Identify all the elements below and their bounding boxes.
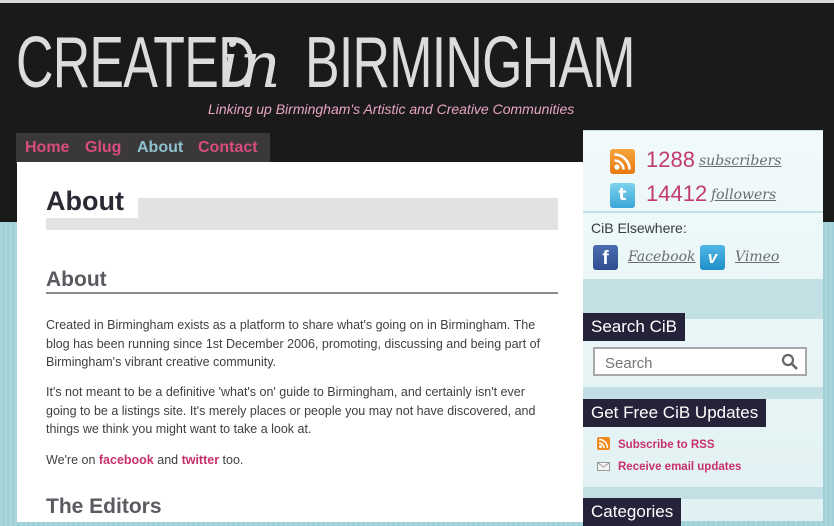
sidebar: 1288 subscribers t 14412 followers CiB E… (583, 130, 823, 526)
search-box (593, 347, 807, 376)
main-nav: Home Glug About Contact (16, 133, 270, 164)
facebook-label[interactable]: Facebook (628, 249, 696, 265)
site-logo[interactable]: CREATEDin BIRMINGHAM (16, 17, 635, 109)
para3-suffix: too. (219, 453, 244, 467)
main-content: About About Created in Birmingham exists… (17, 162, 583, 522)
vimeo-icon: v (700, 245, 725, 270)
search-input[interactable] (603, 352, 777, 374)
twitter-count: 14412 (646, 181, 708, 206)
para3-prefix: We're on (46, 453, 99, 467)
facebook-icon: f (593, 245, 618, 270)
subscribe-rss-link[interactable]: Subscribe to RSS (618, 439, 715, 451)
facebook-link[interactable]: facebook (99, 453, 154, 467)
nav-contact[interactable]: Contact (198, 139, 258, 157)
section-divider (46, 292, 558, 294)
email-icon (597, 462, 610, 471)
twitter-link[interactable]: twitter (182, 453, 220, 467)
vimeo-label[interactable]: Vimeo (735, 249, 779, 265)
logo-word-created: CREATED (16, 23, 256, 103)
about-paragraph-1: Created in Birmingham exists as a platfo… (46, 318, 541, 369)
updates-section-title: Get Free CiB Updates (583, 399, 767, 427)
section-heading-about: About (46, 268, 107, 291)
rss-icon (610, 149, 635, 174)
site-tagline: Linking up Birmingham's Artistic and Cre… (208, 101, 575, 117)
about-paragraph-3: We're on facebook and twitter too. (46, 451, 558, 470)
elsewhere-label: CiB Elsewhere: (591, 220, 687, 236)
rss-small-icon (597, 437, 610, 450)
search-section-title: Search CiB (583, 313, 685, 341)
rss-count: 1288 (646, 147, 695, 172)
twitter-icon: t (610, 183, 635, 208)
email-updates-link[interactable]: Receive email updates (618, 461, 741, 473)
nav-glug[interactable]: Glug (85, 139, 121, 157)
logo-word-birmingham: BIRMINGHAM (305, 23, 635, 103)
section-heading-editors: The Editors (46, 495, 162, 518)
about-paragraph-2: It's not meant to be a definitive 'what'… (46, 385, 536, 436)
rss-subscribers-label[interactable]: subscribers (699, 153, 781, 169)
para3-and: and (153, 453, 182, 467)
nav-about[interactable]: About (137, 139, 183, 157)
page-title: About (46, 184, 138, 218)
nav-home[interactable]: Home (25, 139, 69, 157)
twitter-followers-label[interactable]: followers (711, 187, 776, 203)
categories-section-title: Categories (583, 498, 682, 526)
sidebar-band-2 (583, 387, 823, 399)
search-icon[interactable] (781, 353, 799, 371)
sidebar-divider (583, 211, 823, 213)
